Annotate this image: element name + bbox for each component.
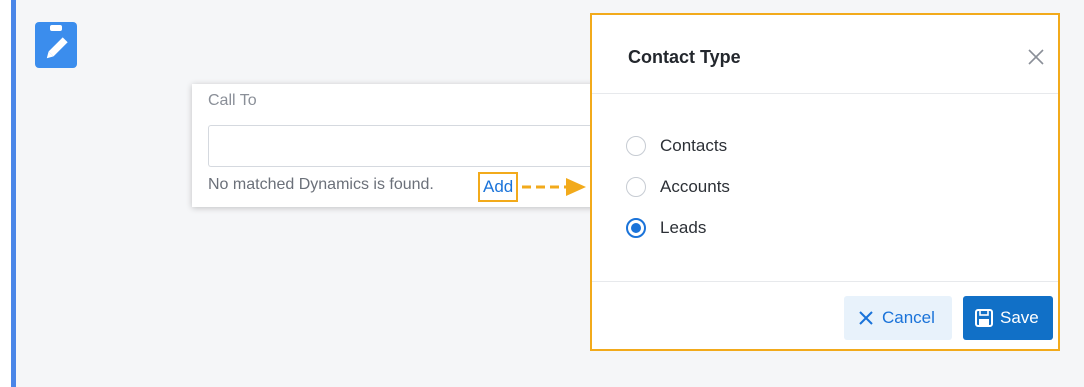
contact-type-dialog: Contact Type Contacts Accounts Leads Can… xyxy=(590,13,1060,351)
no-match-text: No matched Dynamics is found. xyxy=(208,176,434,193)
radio-contacts[interactable] xyxy=(626,136,646,156)
cancel-button[interactable]: Cancel xyxy=(844,296,952,340)
left-accent-bar xyxy=(11,0,16,387)
close-icon[interactable] xyxy=(1024,45,1048,69)
radio-label-contacts: Contacts xyxy=(660,136,728,155)
radio-label-leads: Leads xyxy=(660,218,707,237)
call-to-input[interactable] xyxy=(208,125,600,167)
dialog-title: Contact Type xyxy=(628,47,741,67)
radio-leads[interactable] xyxy=(626,218,646,238)
cancel-label: Cancel xyxy=(882,308,935,327)
dialog-header: Contact Type xyxy=(592,15,1058,94)
add-link[interactable]: Add xyxy=(478,172,519,202)
save-button[interactable]: Save xyxy=(963,296,1053,340)
save-disk-icon xyxy=(975,309,993,327)
radio-accounts[interactable] xyxy=(626,177,646,197)
dialog-footer: Cancel Save xyxy=(592,281,1058,350)
save-label: Save xyxy=(1000,308,1039,327)
radio-label-accounts: Accounts xyxy=(660,177,730,196)
dashed-arrow-icon xyxy=(522,178,586,196)
call-to-label: Call To xyxy=(208,92,257,109)
edit-clipboard-icon xyxy=(35,22,77,68)
x-icon xyxy=(859,311,873,325)
